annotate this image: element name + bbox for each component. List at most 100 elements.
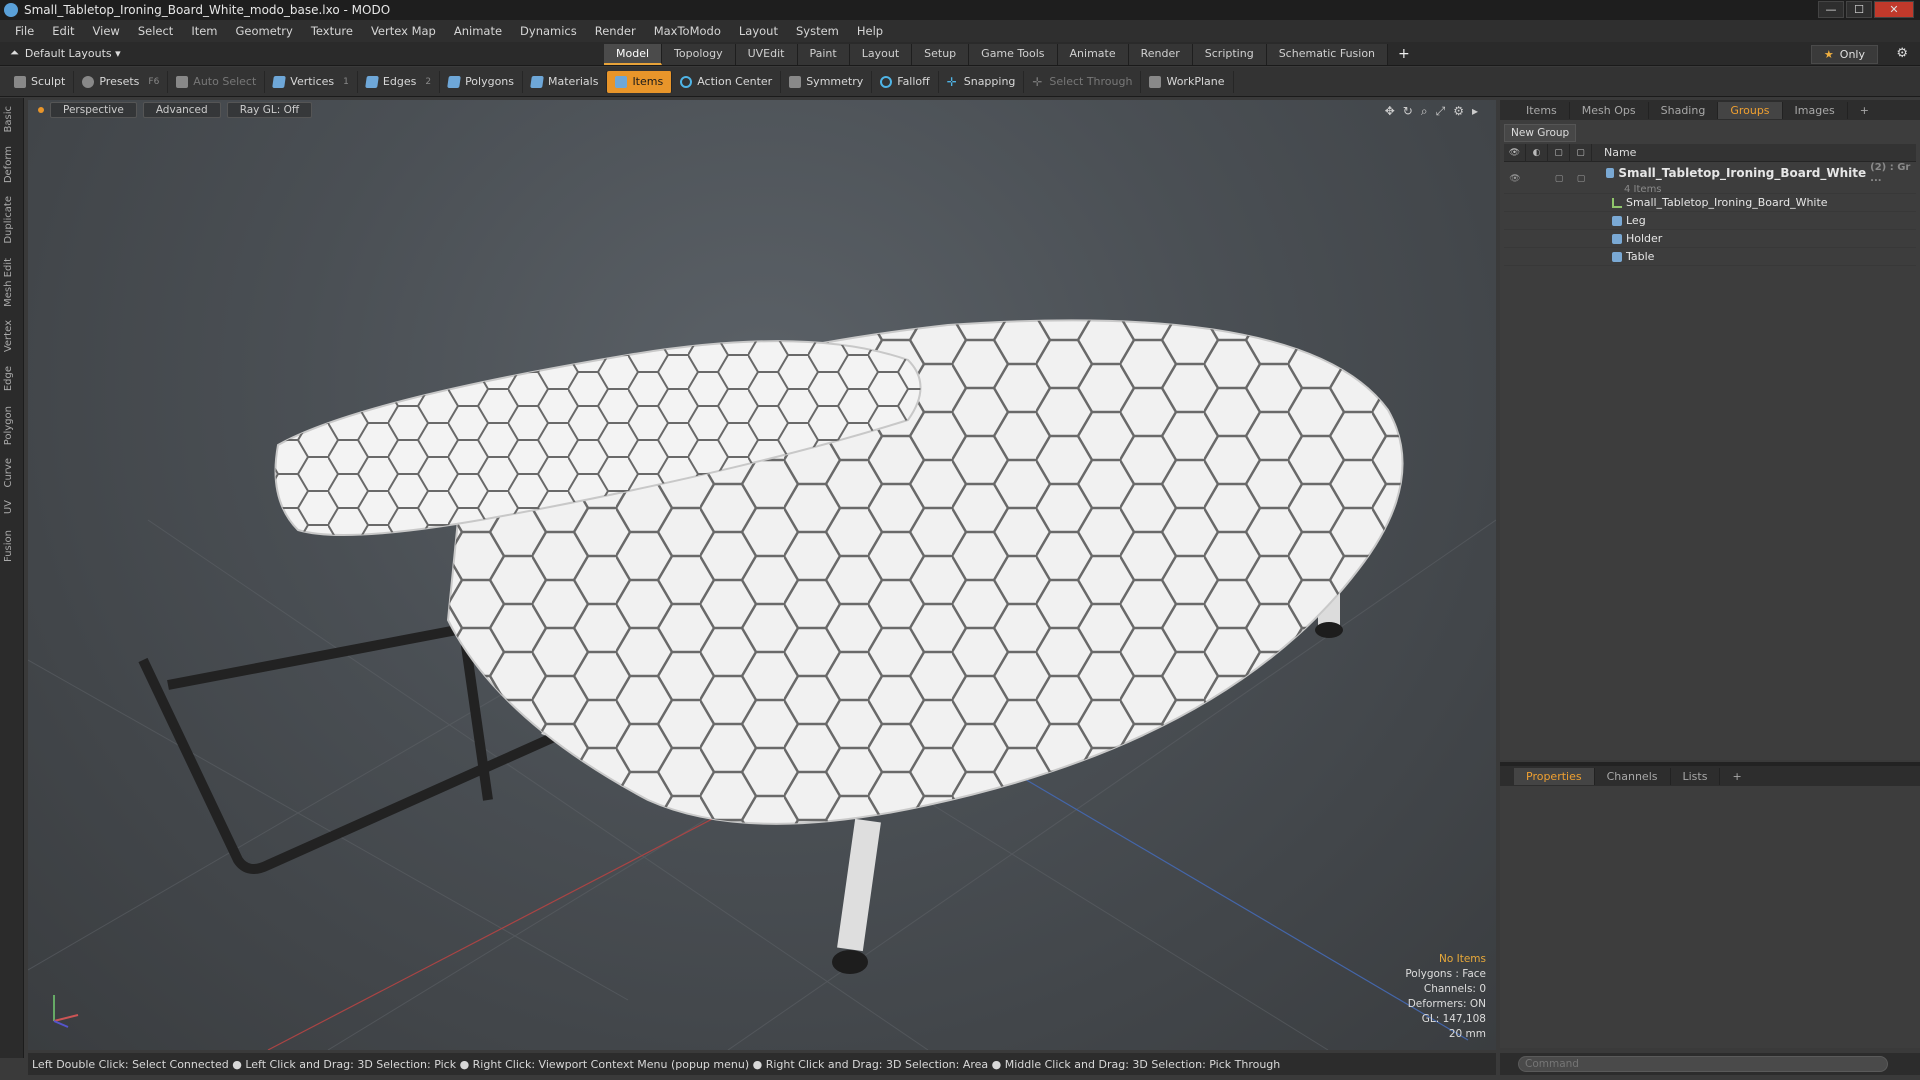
viewport-expand-icon[interactable]: ▸ bbox=[1472, 104, 1478, 119]
menu-system[interactable]: System bbox=[787, 24, 848, 38]
eye-icon[interactable]: 👁 bbox=[1504, 170, 1526, 188]
viewport-gear-icon[interactable]: ⚙ bbox=[1453, 104, 1464, 119]
menu-layout[interactable]: Layout bbox=[730, 24, 787, 38]
modo-logo-icon bbox=[4, 3, 18, 17]
falloff-button[interactable]: Falloff bbox=[872, 70, 939, 93]
list-item[interactable]: Table bbox=[1504, 248, 1916, 266]
tab-properties[interactable]: Properties bbox=[1514, 767, 1595, 785]
left-tab-basic[interactable]: Basic bbox=[3, 106, 14, 132]
presets-button[interactable]: Presets F6 bbox=[74, 70, 169, 93]
mesh-icon bbox=[1612, 251, 1622, 262]
left-tab-polygon[interactable]: Polygon bbox=[3, 406, 14, 445]
add-properties-tab-icon[interactable]: + bbox=[1720, 768, 1753, 785]
items-button[interactable]: Items bbox=[607, 70, 673, 93]
tab-mesh-ops[interactable]: Mesh Ops bbox=[1570, 101, 1649, 119]
left-tab-curve[interactable]: Curve bbox=[3, 458, 14, 488]
menu-geometry[interactable]: Geometry bbox=[227, 24, 302, 38]
left-tab-mesh-edit[interactable]: Mesh Edit bbox=[3, 258, 14, 307]
maximize-button[interactable]: ☐ bbox=[1846, 1, 1872, 18]
list-item[interactable]: Small_Tabletop_Ironing_Board_White bbox=[1504, 194, 1916, 212]
left-tab-uv[interactable]: UV bbox=[3, 500, 14, 514]
materials-icon bbox=[530, 75, 544, 88]
group-icon bbox=[1606, 168, 1615, 178]
left-tab-vertex[interactable]: Vertex bbox=[3, 320, 14, 352]
tab-shading[interactable]: Shading bbox=[1649, 101, 1719, 119]
layout-arrow-icon: ⏶ bbox=[10, 46, 19, 59]
viewport-menu-dot[interactable] bbox=[38, 107, 44, 113]
tab-game-tools[interactable]: Game Tools bbox=[969, 44, 1058, 65]
menu-animate[interactable]: Animate bbox=[445, 24, 511, 38]
command-input[interactable] bbox=[1518, 1056, 1888, 1072]
view-mode-dropdown[interactable]: Perspective bbox=[50, 102, 137, 118]
left-tab-deform[interactable]: Deform bbox=[3, 146, 14, 183]
vertices-icon bbox=[272, 75, 287, 88]
menu-file[interactable]: File bbox=[6, 24, 43, 38]
group-row[interactable]: 👁 ▢ ▢ Small_Tabletop_Ironing_Board_White (2… bbox=[1504, 162, 1916, 195]
3d-viewport[interactable]: Perspective Advanced Ray GL: Off ✥ ↻ ⌕ ⤢… bbox=[28, 100, 1496, 1050]
tab-render[interactable]: Render bbox=[1128, 44, 1193, 65]
menu-select[interactable]: Select bbox=[129, 24, 182, 38]
new-group-button[interactable]: New Group bbox=[1504, 124, 1577, 142]
only-button[interactable]: ★ Only bbox=[1810, 45, 1878, 64]
auto-select-button[interactable]: Auto Select bbox=[168, 70, 266, 93]
add-panel-tab-icon[interactable]: + bbox=[1848, 102, 1881, 119]
menu-dynamics[interactable]: Dynamics bbox=[511, 24, 586, 38]
gear-icon[interactable]: ⚙ bbox=[1896, 46, 1908, 61]
zoom-icon[interactable]: ⌕ bbox=[1421, 104, 1428, 119]
snapping-button[interactable]: ✛ Snapping bbox=[939, 70, 1025, 93]
left-tab-duplicate[interactable]: Duplicate bbox=[3, 196, 14, 244]
minimize-button[interactable]: — bbox=[1818, 1, 1844, 18]
render-col-icon[interactable]: ◐ bbox=[1526, 143, 1548, 162]
tab-setup[interactable]: Setup bbox=[912, 44, 970, 65]
tab-items[interactable]: Items bbox=[1514, 101, 1570, 119]
menu-help[interactable]: Help bbox=[848, 24, 892, 38]
tab-animate[interactable]: Animate bbox=[1057, 44, 1129, 65]
workplane-button[interactable]: WorkPlane bbox=[1141, 70, 1234, 93]
tab-uvedit[interactable]: UVEdit bbox=[735, 44, 798, 65]
sculpt-button[interactable]: Sculpt bbox=[6, 70, 75, 93]
tab-layout[interactable]: Layout bbox=[849, 44, 913, 65]
lock-col-icon[interactable]: ▢ bbox=[1548, 143, 1570, 162]
tab-images[interactable]: Images bbox=[1783, 101, 1848, 119]
add-tab-icon[interactable]: + bbox=[1388, 44, 1420, 65]
tab-paint[interactable]: Paint bbox=[797, 44, 850, 65]
tab-model[interactable]: Model bbox=[604, 44, 663, 65]
items-icon bbox=[615, 75, 628, 88]
tab-schematic-fusion[interactable]: Schematic Fusion bbox=[1266, 44, 1389, 65]
list-item[interactable]: Holder bbox=[1504, 230, 1916, 248]
edges-button[interactable]: Edges 2 bbox=[358, 70, 441, 93]
select-col-icon[interactable]: ▢ bbox=[1570, 143, 1592, 162]
tab-channels[interactable]: Channels bbox=[1595, 767, 1671, 785]
polygons-button[interactable]: Polygons bbox=[440, 70, 524, 93]
polygons-icon bbox=[447, 75, 461, 88]
menu-item[interactable]: Item bbox=[182, 24, 226, 38]
menu-maxtomodo[interactable]: MaxToModo bbox=[645, 24, 730, 38]
pan-icon[interactable]: ✥ bbox=[1385, 104, 1395, 119]
tab-lists[interactable]: Lists bbox=[1671, 767, 1721, 785]
tab-scripting[interactable]: Scripting bbox=[1192, 44, 1267, 65]
menu-render[interactable]: Render bbox=[586, 24, 645, 38]
visibility-col-icon[interactable]: 👁 bbox=[1504, 143, 1526, 162]
layouts-dropdown[interactable]: ⏶ Default Layouts ▾ bbox=[10, 46, 121, 60]
layout-tabs: Model Topology UVEdit Paint Layout Setup… bbox=[604, 44, 1420, 65]
materials-button[interactable]: Materials bbox=[523, 70, 608, 93]
left-tab-fusion[interactable]: Fusion bbox=[3, 530, 14, 562]
presets-icon bbox=[82, 75, 95, 88]
rotate-icon[interactable]: ↻ bbox=[1403, 104, 1413, 119]
symmetry-button[interactable]: Symmetry bbox=[781, 70, 873, 93]
shading-dropdown[interactable]: Advanced bbox=[142, 102, 221, 118]
select-through-button[interactable]: ✛ Select Through bbox=[1024, 70, 1142, 93]
vertices-button[interactable]: Vertices 1 bbox=[265, 70, 358, 93]
menu-view[interactable]: View bbox=[84, 24, 129, 38]
fit-icon[interactable]: ⤢ bbox=[1436, 104, 1446, 119]
list-item[interactable]: Leg bbox=[1504, 212, 1916, 230]
raygl-dropdown[interactable]: Ray GL: Off bbox=[226, 102, 313, 118]
menu-vertex-map[interactable]: Vertex Map bbox=[362, 24, 445, 38]
menu-texture[interactable]: Texture bbox=[302, 24, 362, 38]
left-tab-edge[interactable]: Edge bbox=[3, 366, 14, 391]
menu-edit[interactable]: Edit bbox=[43, 24, 83, 38]
tab-groups[interactable]: Groups bbox=[1718, 101, 1783, 119]
tab-topology[interactable]: Topology bbox=[662, 44, 736, 65]
action-center-button[interactable]: Action Center bbox=[672, 70, 782, 93]
close-button[interactable]: ✕ bbox=[1874, 1, 1914, 18]
